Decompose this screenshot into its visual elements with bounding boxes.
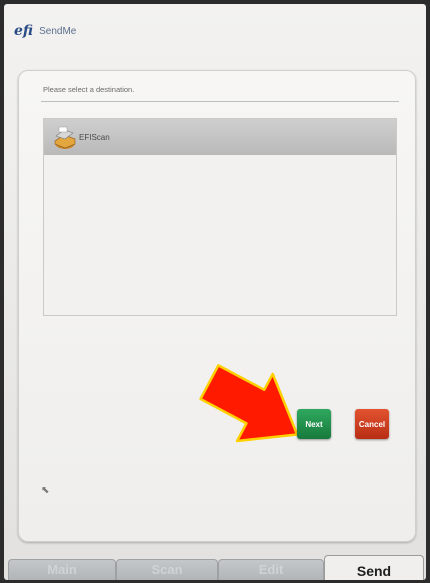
destination-item-efiscan[interactable]: EFIScan xyxy=(44,119,396,155)
destination-label: EFIScan xyxy=(79,132,110,142)
app-header: efi SendMe xyxy=(14,20,76,42)
efi-logo: efi xyxy=(14,23,34,39)
tab-send[interactable]: Send xyxy=(324,555,424,580)
destination-prompt: Please select a destination. xyxy=(43,85,135,94)
red-arrow-annotation xyxy=(199,364,299,443)
send-me-screen: efi SendMe Please select a destination. … xyxy=(4,4,426,580)
tab-scan[interactable]: Scan xyxy=(116,559,218,580)
tab-main[interactable]: Main xyxy=(8,559,116,580)
bottom-tab-bar: Main Scan Edit Send xyxy=(4,554,426,580)
app-title: SendMe xyxy=(39,25,77,37)
destination-panel: Please select a destination. EFIScan Nex… xyxy=(18,70,416,542)
scanner-icon xyxy=(51,124,77,150)
destination-list[interactable]: EFIScan xyxy=(43,118,397,316)
cancel-button[interactable]: Cancel xyxy=(355,409,389,439)
next-button[interactable]: Next xyxy=(297,409,331,439)
cursor-icon: ⬉ xyxy=(41,485,50,496)
divider xyxy=(41,101,399,102)
tab-edit[interactable]: Edit xyxy=(218,559,324,580)
